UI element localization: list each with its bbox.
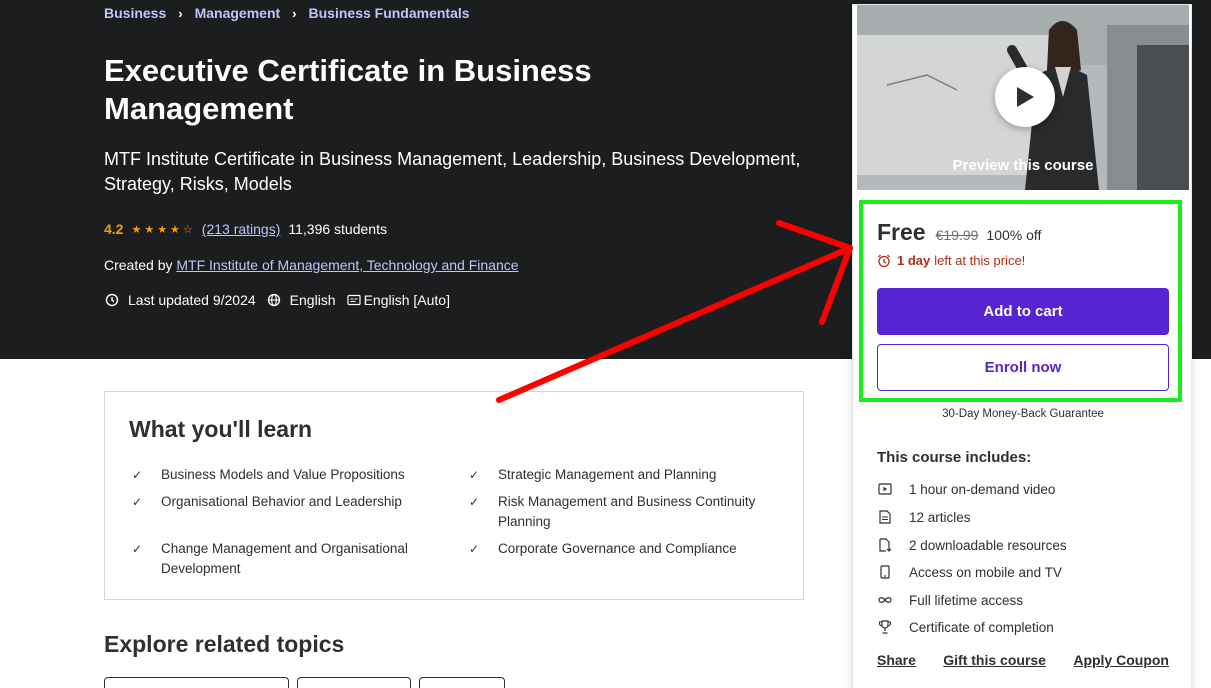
learn-item-text: Strategic Management and Planning bbox=[498, 467, 717, 482]
check-icon: ✓ bbox=[131, 468, 143, 482]
learn-item: ✓ Corporate Governance and Compliance bbox=[466, 539, 786, 559]
captions-icon bbox=[346, 292, 362, 308]
related-topic-chip[interactable] bbox=[104, 677, 289, 688]
learn-item: ✓ Business Models and Value Propositions bbox=[129, 465, 449, 485]
download-file-icon bbox=[877, 537, 893, 553]
money-back-guarantee: 30-Day Money-Back Guarantee bbox=[942, 408, 1104, 420]
include-item: Full lifetime access bbox=[877, 592, 1023, 608]
sidebar-links: Share Gift this course Apply Coupon bbox=[877, 652, 1169, 668]
include-item: 1 hour on-demand video bbox=[877, 481, 1055, 497]
author-link[interactable]: MTF Institute of Management, Technology … bbox=[176, 257, 518, 273]
include-text: 12 articles bbox=[909, 509, 971, 525]
alarm-clock-icon bbox=[877, 254, 891, 268]
students-count: 11,396 students bbox=[288, 221, 387, 237]
course-title: Executive Certificate in Business Manage… bbox=[104, 53, 592, 126]
globe-icon bbox=[266, 292, 282, 308]
video-icon bbox=[877, 481, 893, 497]
include-item: 12 articles bbox=[877, 509, 971, 525]
original-price: €19.99 bbox=[935, 227, 979, 243]
learn-item: ✓ Change Management and Organisational D… bbox=[129, 539, 439, 579]
check-icon: ✓ bbox=[131, 495, 143, 509]
created-by-label: Created by bbox=[104, 257, 173, 273]
course-captions: English [Auto] bbox=[363, 292, 450, 308]
purchase-sidebar: Preview this course Free €19.99 100% off… bbox=[852, 4, 1192, 688]
course-meta: Last updated 9/2024 English English [Aut… bbox=[104, 292, 450, 308]
gift-course-link[interactable]: Gift this course bbox=[943, 652, 1046, 668]
what-youll-learn: What you'll learn ✓ Business Models and … bbox=[104, 391, 804, 600]
include-text: 1 hour on-demand video bbox=[909, 481, 1056, 497]
discount-percent: 100% off bbox=[986, 227, 1042, 243]
include-text: Access on mobile and TV bbox=[909, 564, 1062, 580]
course-preview[interactable]: Preview this course bbox=[857, 5, 1189, 190]
course-subtitle: MTF Institute Certificate in Business Ma… bbox=[104, 149, 801, 194]
price-countdown: 1 day left at this price! bbox=[877, 253, 1025, 268]
countdown-days: 1 day bbox=[897, 253, 931, 268]
play-icon[interactable] bbox=[995, 67, 1055, 127]
chevron-right-icon: › bbox=[292, 5, 297, 21]
price-row: Free €19.99 100% off bbox=[877, 219, 1041, 246]
course-language: English bbox=[289, 292, 336, 308]
related-topics-title: Explore related topics bbox=[104, 631, 345, 657]
include-item: Access on mobile and TV bbox=[877, 564, 1062, 580]
include-text: Full lifetime access bbox=[909, 592, 1024, 608]
preview-label: Preview this course bbox=[952, 157, 1094, 174]
breadcrumb-business[interactable]: Business bbox=[104, 5, 166, 21]
alert-clock-icon bbox=[104, 292, 120, 308]
trophy-icon bbox=[877, 619, 893, 635]
infinity-icon bbox=[877, 592, 893, 608]
learn-item: ✓ Strategic Management and Planning bbox=[466, 465, 786, 485]
ratings-count-link[interactable]: (213 ratings) bbox=[202, 221, 281, 237]
learn-item-text: Organisational Behavior and Leadership bbox=[161, 494, 402, 509]
learn-item: ✓ Risk Management and Business Continuit… bbox=[466, 492, 776, 532]
check-icon: ✓ bbox=[468, 542, 480, 556]
includes-title: This course includes: bbox=[877, 449, 1032, 466]
enroll-now-button[interactable]: Enroll now bbox=[877, 344, 1169, 391]
share-link[interactable]: Share bbox=[877, 652, 916, 668]
related-topic-chip[interactable] bbox=[419, 677, 505, 688]
last-updated: Last updated 9/2024 bbox=[128, 292, 256, 308]
check-icon: ✓ bbox=[468, 495, 480, 509]
apply-coupon-link[interactable]: Apply Coupon bbox=[1073, 652, 1169, 668]
learn-item-text: Change Management and Organisational Dev… bbox=[161, 541, 408, 576]
mobile-icon bbox=[877, 564, 893, 580]
learn-item-text: Corporate Governance and Compliance bbox=[498, 541, 737, 556]
star-rating-icon: ★★★★☆ bbox=[131, 223, 196, 236]
related-topic-chip[interactable] bbox=[297, 677, 411, 688]
learn-item-text: Risk Management and Business Continuity … bbox=[498, 494, 756, 529]
include-text: Certificate of completion bbox=[909, 619, 1054, 635]
rating-value: 4.2 bbox=[104, 221, 124, 237]
include-item: Certificate of completion bbox=[877, 619, 1054, 635]
created-by: Created by MTF Institute of Management, … bbox=[104, 257, 519, 273]
include-item: 2 downloadable resources bbox=[877, 537, 1067, 553]
learn-item-text: Business Models and Value Propositions bbox=[161, 467, 405, 482]
breadcrumb-management[interactable]: Management bbox=[195, 5, 281, 21]
add-to-cart-button[interactable]: Add to cart bbox=[877, 288, 1169, 335]
rating-row: 4.2 ★★★★☆ (213 ratings) 11,396 students bbox=[104, 221, 387, 237]
breadcrumb: Business › Management › Business Fundame… bbox=[104, 5, 470, 21]
include-text: 2 downloadable resources bbox=[909, 537, 1067, 553]
current-price: Free bbox=[877, 219, 926, 245]
check-icon: ✓ bbox=[131, 542, 143, 556]
learn-title: What you'll learn bbox=[129, 416, 313, 442]
breadcrumb-business-fundamentals[interactable]: Business Fundamentals bbox=[309, 5, 470, 21]
chevron-right-icon: › bbox=[178, 5, 183, 21]
learn-item: ✓ Organisational Behavior and Leadership bbox=[129, 492, 449, 512]
article-icon bbox=[877, 509, 893, 525]
check-icon: ✓ bbox=[468, 468, 480, 482]
countdown-text: left at this price! bbox=[934, 253, 1026, 268]
